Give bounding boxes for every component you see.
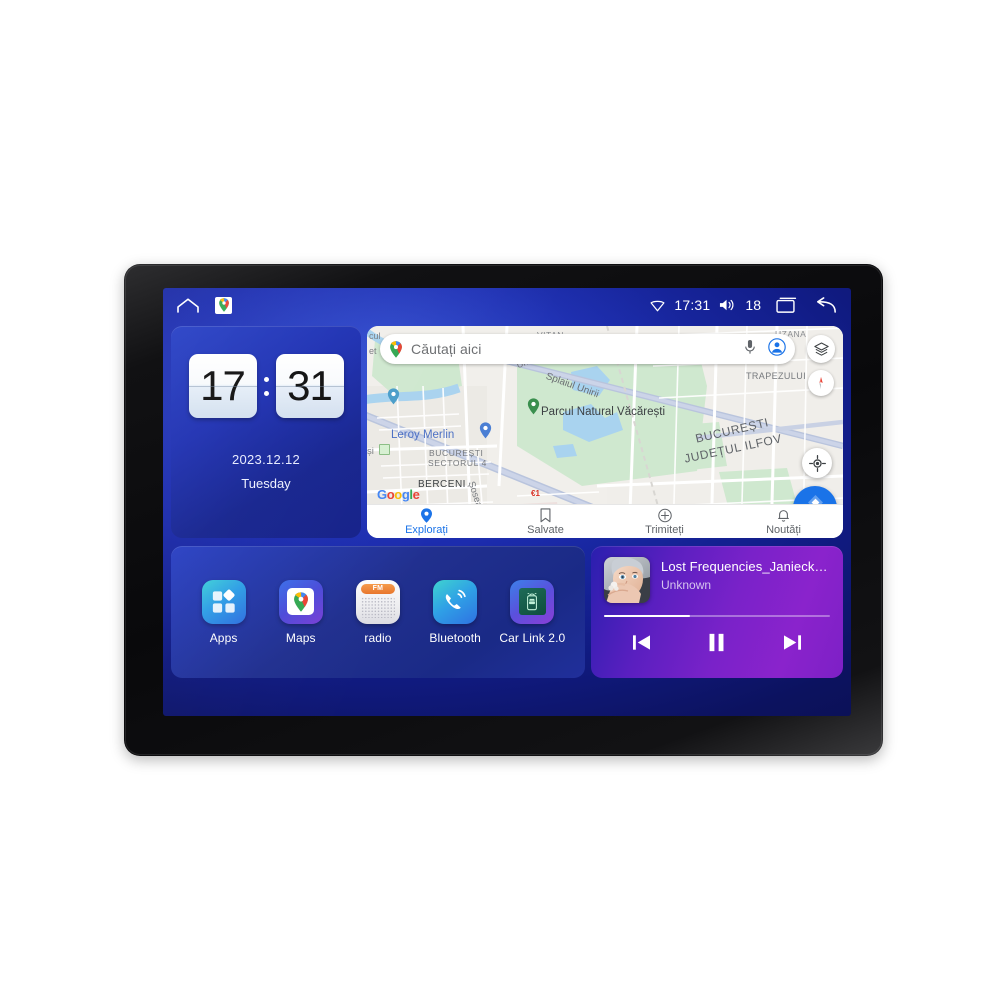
bookmark-icon	[540, 507, 551, 522]
volume-level: 18	[745, 297, 761, 313]
app-shortcut-bluetooth[interactable]: Bluetooth	[420, 579, 490, 645]
map-label: cul	[369, 331, 381, 341]
map-label: Parcul Natural Văcărești	[541, 406, 665, 418]
park-pin-icon	[527, 398, 540, 415]
map-label: BUCUREȘTI	[429, 448, 484, 458]
clock-weekday: Tuesday	[241, 476, 291, 491]
clock-minutes: 31	[275, 354, 344, 418]
maps-pin-icon	[390, 340, 402, 358]
pause-icon	[710, 633, 724, 651]
status-time: 17:31	[674, 297, 711, 313]
clock-date: 2023.12.12	[231, 452, 301, 467]
app-shortcut-maps[interactable]: Maps	[266, 579, 336, 645]
next-track-button[interactable]	[776, 629, 808, 655]
next-track-icon	[783, 634, 801, 650]
explore-pin-icon	[421, 507, 432, 523]
play-pause-button[interactable]	[701, 629, 733, 655]
fm-badge-label: FM	[372, 585, 384, 592]
clock-hours: 17	[188, 354, 257, 418]
previous-track-button[interactable]	[626, 629, 658, 655]
map-nav-updates[interactable]: Noutăți	[724, 505, 843, 538]
map-label: €1	[531, 489, 540, 498]
car-link-icon	[510, 579, 555, 624]
maps-pin-icon	[278, 579, 323, 624]
map-label: BERCENI	[418, 479, 466, 490]
map-nav-contribute-label: Trimiteți	[645, 523, 684, 536]
app-shortcut-apps[interactable]: Apps	[189, 579, 259, 645]
app-shortcut-apps-label: Apps	[209, 630, 238, 645]
status-bar: 17:31 18	[163, 288, 851, 322]
map-label: și	[367, 446, 374, 457]
park-marker-icon	[379, 444, 390, 455]
fm-radio-icon: FM	[355, 579, 400, 624]
map-nav-saved[interactable]: Salvate	[486, 505, 605, 538]
map-search-bar[interactable]: Căutați aici	[380, 334, 795, 364]
app-shortcuts-panel: Apps Maps FM radio Bluetooth Car Link 2.…	[171, 546, 585, 678]
map-label: TRAPEZULUI	[746, 371, 807, 381]
home-icon[interactable]	[177, 297, 199, 313]
my-location-button[interactable]	[802, 448, 832, 478]
poi-pin-icon	[387, 388, 400, 405]
media-track-artist: Unknown	[661, 578, 712, 592]
media-track-title: Lost Frequencies_Janieck Devy-...	[661, 559, 830, 574]
media-player-panel: Lost Frequencies_Janieck Devy-... Unknow…	[591, 546, 843, 678]
map-nav-explore-label: Explorați	[405, 523, 448, 536]
map-nav-explore[interactable]: Explorați	[367, 505, 486, 538]
map-search-placeholder: Căutați aici	[411, 341, 482, 357]
app-shortcut-bluetooth-label: Bluetooth	[429, 630, 481, 645]
bell-icon	[778, 509, 789, 522]
map-layers-button[interactable]	[807, 335, 835, 363]
clock-widget[interactable]: 17 31 2023.12.12 Tuesday	[171, 326, 361, 538]
volume-icon[interactable]	[719, 298, 736, 312]
microphone-icon[interactable]	[744, 339, 756, 360]
device-screen: 17:31 18 17 31 2023.12.12 Tuesday UZANA …	[163, 288, 851, 716]
head-unit-device: 17:31 18 17 31 2023.12.12 Tuesday UZANA …	[124, 264, 883, 756]
map-label: et	[369, 346, 377, 356]
app-shortcut-radio[interactable]: FM radio	[343, 579, 413, 645]
app-shortcut-carlink-label: Car Link 2.0	[499, 630, 566, 645]
clock-colon	[263, 363, 270, 409]
recent-apps-icon[interactable]	[776, 297, 798, 313]
media-progress-bar[interactable]	[604, 615, 830, 617]
apps-grid-icon	[201, 579, 246, 624]
map-label: Leroy Merlin	[391, 429, 455, 441]
compass-button[interactable]	[808, 370, 834, 396]
app-shortcut-radio-label: radio	[364, 630, 392, 645]
maps-widget[interactable]: VITANUZANAculetUniriiSplaiul UniriiTRAPE…	[367, 326, 843, 538]
previous-track-icon	[633, 634, 651, 650]
account-avatar-icon[interactable]	[768, 337, 786, 361]
map-nav-saved-label: Salvate	[527, 523, 564, 536]
map-bottom-nav: Explorați Salvate Trimiteți Noutăți	[367, 504, 843, 538]
media-progress-fill	[604, 615, 690, 617]
wifi-icon	[650, 298, 665, 313]
google-logo: Google	[377, 487, 420, 502]
maps-app-icon[interactable]	[215, 296, 232, 314]
back-arrow-icon[interactable]	[813, 296, 837, 314]
app-shortcut-maps-label: Maps	[285, 630, 316, 645]
map-nav-updates-label: Noutăți	[766, 523, 801, 536]
store-pin-icon	[479, 422, 492, 439]
map-label: SECTORUL 4	[428, 458, 487, 468]
album-art	[604, 557, 650, 603]
flip-clock: 17 31	[171, 354, 361, 418]
map-nav-contribute[interactable]: Trimiteți	[605, 505, 724, 538]
app-shortcut-carlink[interactable]: Car Link 2.0	[497, 579, 567, 645]
send-circle-icon	[657, 508, 672, 522]
bluetooth-phone-icon	[433, 579, 478, 624]
